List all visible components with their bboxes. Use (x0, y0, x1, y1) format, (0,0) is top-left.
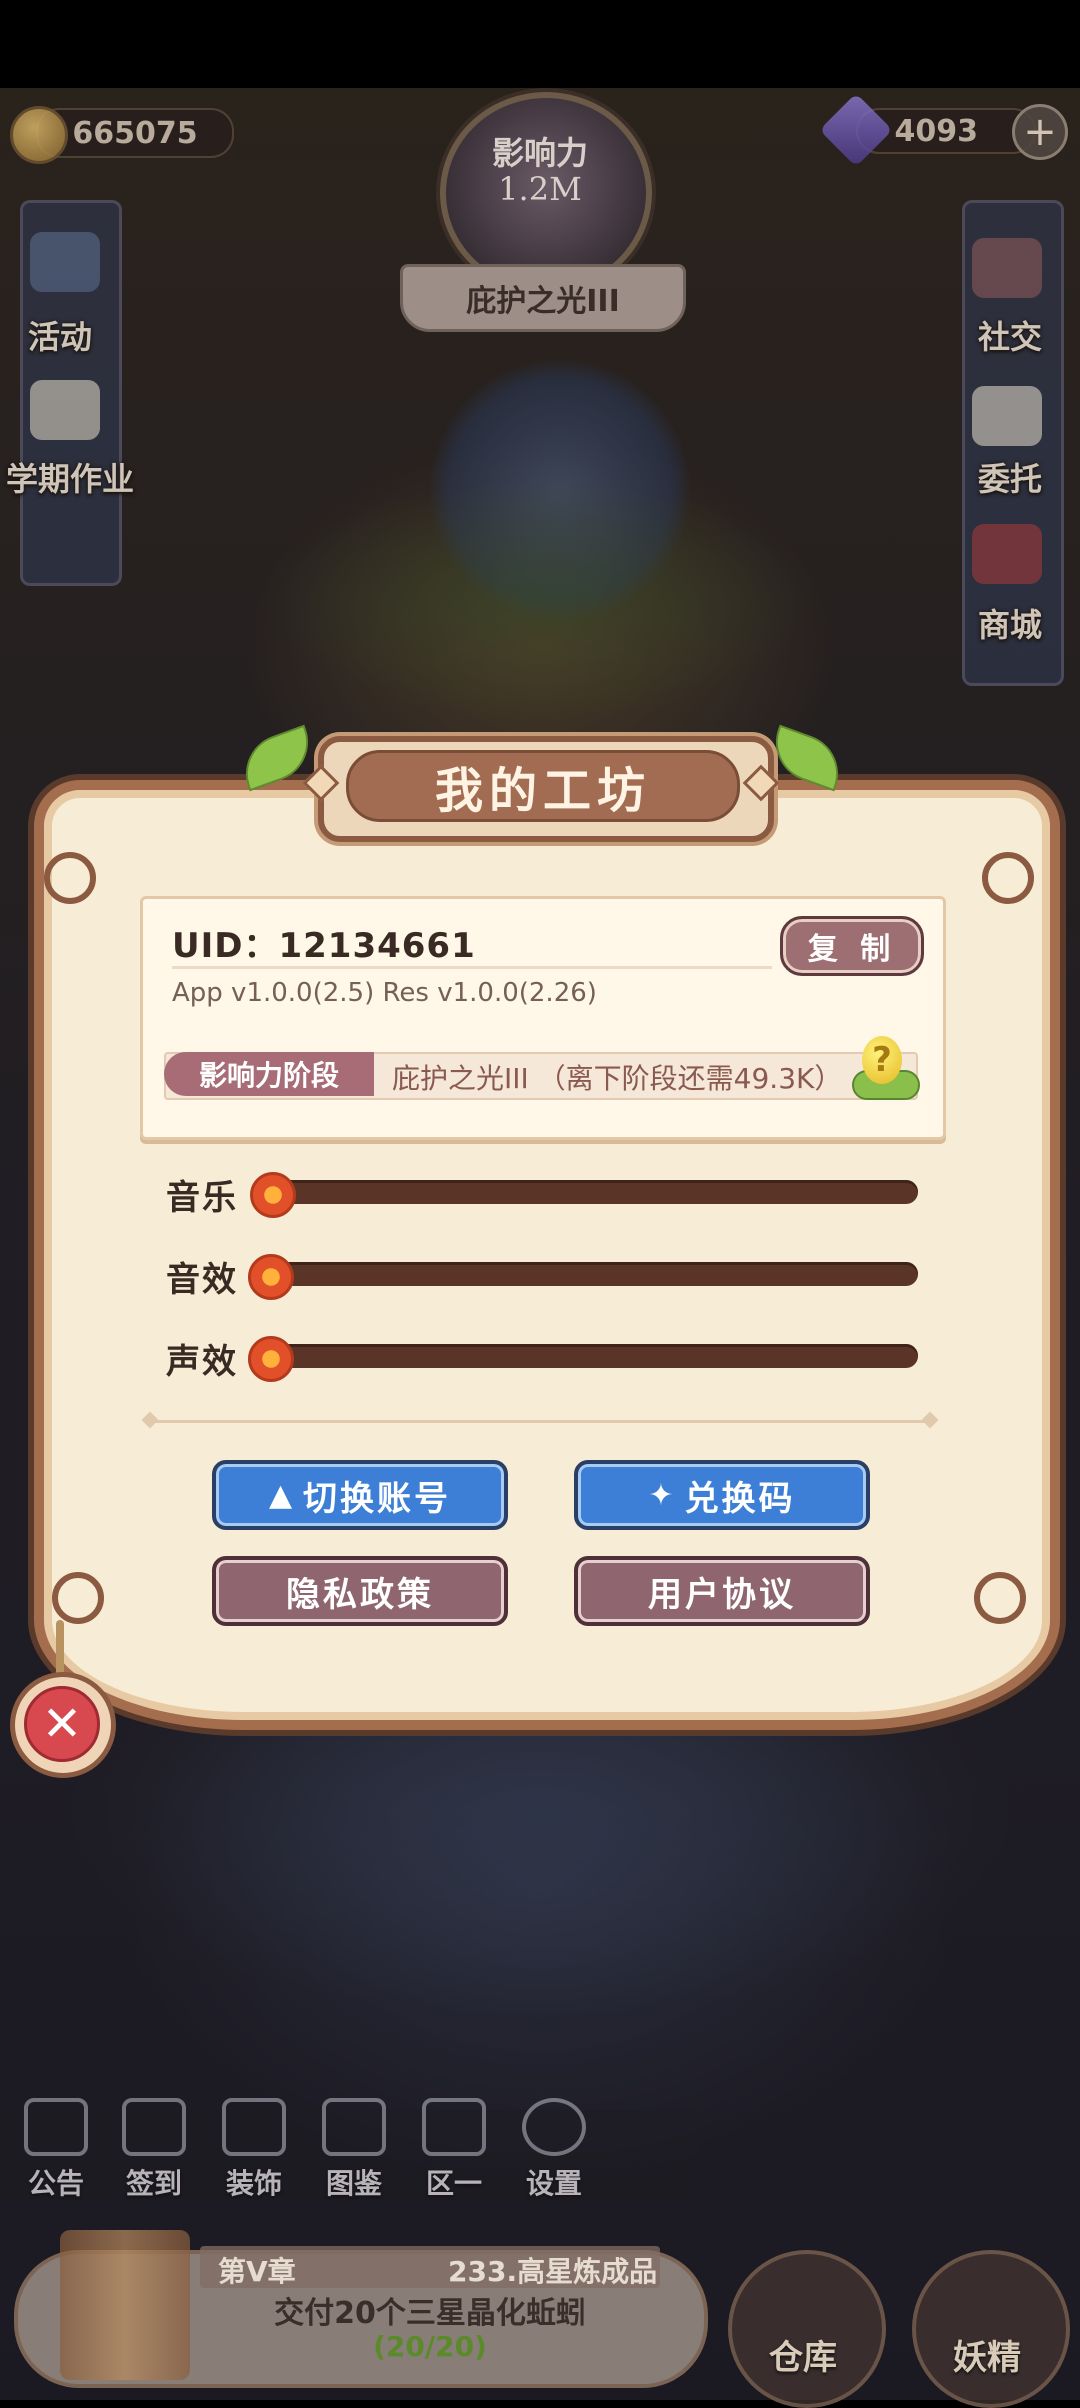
side-item-commission[interactable]: 委托 (960, 454, 1060, 500)
calendar-check-icon (122, 2098, 186, 2156)
rank-ribbon: 庇护之光III (400, 264, 686, 332)
voice-slider-knob[interactable] (248, 1336, 294, 1382)
quest-task: 交付20个三星晶化蚯蚓 (274, 2296, 586, 2331)
shop-icon (972, 524, 1042, 584)
voice-label: 声效 (166, 1342, 238, 1382)
influence-value: 1.2M (498, 170, 582, 208)
fairy-label: 妖精 (953, 2338, 1021, 2378)
redeem-code-label: 兑换码 (684, 1478, 796, 1519)
corner-ornament-top-left (44, 852, 96, 904)
user-agreement-label: 用户协议 (648, 1574, 796, 1615)
nav-collection[interactable]: 图鉴 (306, 2098, 402, 2202)
announcement-icon (24, 2098, 88, 2156)
nav-zone[interactable]: 区一 (406, 2098, 502, 2202)
nav-collection-label: 图鉴 (325, 2167, 382, 2200)
section-divider (150, 1420, 930, 1423)
nav-checkin[interactable]: 签到 (106, 2098, 202, 2202)
influence-title: 影响力 (491, 134, 588, 172)
influence-stage-value: 庇护之光III （离下阶段还需49.3K） (392, 1062, 843, 1095)
nav-announcement-label: 公告 (27, 2167, 84, 2200)
gem-amount: 4093 (894, 113, 979, 149)
quest-chapter: 第V章 (218, 2255, 296, 2288)
warehouse-button[interactable] (728, 2250, 886, 2408)
side-item-event[interactable]: 活动 (0, 312, 120, 358)
user-agreement-button[interactable]: 用户协议 (574, 1556, 870, 1626)
coin-amount: 665075 (72, 115, 198, 151)
nav-settings-label: 设置 (525, 2167, 582, 2200)
switch-account-button[interactable]: ▲ 切换账号 (212, 1460, 508, 1530)
redeem-code-button[interactable]: ✦ 兑换码 (574, 1460, 870, 1530)
rank-ribbon-text: 庇护之光III (466, 284, 620, 319)
commission-icon (972, 386, 1042, 446)
copy-uid-button[interactable]: 复 制 (780, 916, 924, 976)
corner-ornament-bottom-left (52, 1572, 104, 1624)
music-slider-track[interactable] (270, 1180, 918, 1204)
switch-account-label: 切换账号 (303, 1478, 452, 1519)
sfx-label: 音效 (166, 1260, 238, 1300)
witch-hat-icon: ▲ (268, 1477, 296, 1513)
sfx-slider-knob[interactable] (248, 1254, 294, 1300)
influence-stage-label: 影响力阶段 (164, 1052, 374, 1096)
dialog-title: 我的工坊 (346, 750, 740, 822)
sfx-slider-track[interactable] (270, 1262, 918, 1286)
event-icon (30, 232, 100, 292)
side-item-social[interactable]: 社交 (960, 312, 1060, 358)
ticket-icon: ✦ (648, 1477, 677, 1513)
side-item-homework[interactable]: 学期作业 (0, 454, 140, 500)
decoration-icon (222, 2098, 286, 2156)
fairy-button[interactable] (912, 2250, 1070, 2408)
nav-announcement[interactable]: 公告 (8, 2098, 104, 2202)
collection-book-icon (322, 2098, 386, 2156)
nav-decoration[interactable]: 装饰 (206, 2098, 302, 2202)
corner-ornament-bottom-right (974, 1572, 1026, 1624)
close-icon[interactable]: ✕ (24, 1686, 100, 1762)
home-icon (422, 2098, 486, 2156)
version-text: App v1.0.0(2.5) Res v1.0.0(2.26) (172, 978, 597, 1008)
nav-zone-label: 区一 (425, 2167, 482, 2200)
nav-checkin-label: 签到 (125, 2167, 182, 2200)
coin-icon (10, 106, 68, 164)
warehouse-label: 仓库 (769, 2338, 837, 2378)
quest-progress: (20/20) (373, 2330, 487, 2363)
gear-icon (522, 2098, 586, 2156)
uid-underline (172, 966, 772, 969)
music-slider-knob[interactable] (250, 1172, 296, 1218)
quest-book-icon (60, 2230, 190, 2380)
nav-settings[interactable]: 设置 (506, 2098, 602, 2202)
help-bulb-icon[interactable]: ? (862, 1036, 902, 1084)
voice-slider-track[interactable] (270, 1344, 918, 1368)
homework-icon (30, 380, 100, 440)
side-item-shop[interactable]: 商城 (960, 600, 1060, 646)
privacy-policy-button[interactable]: 隐私政策 (212, 1556, 508, 1626)
corner-ornament-top-right (982, 852, 1034, 904)
nav-decoration-label: 装饰 (225, 2167, 282, 2200)
quest-name: 233.高星炼成品 (448, 2255, 658, 2288)
social-icon (972, 238, 1042, 298)
add-gems-button[interactable]: + (1012, 104, 1068, 160)
uid-text: UID：12134661 (172, 926, 476, 966)
music-label: 音乐 (166, 1178, 238, 1218)
close-button-rope (56, 1620, 64, 1676)
privacy-policy-label: 隐私政策 (286, 1574, 434, 1615)
